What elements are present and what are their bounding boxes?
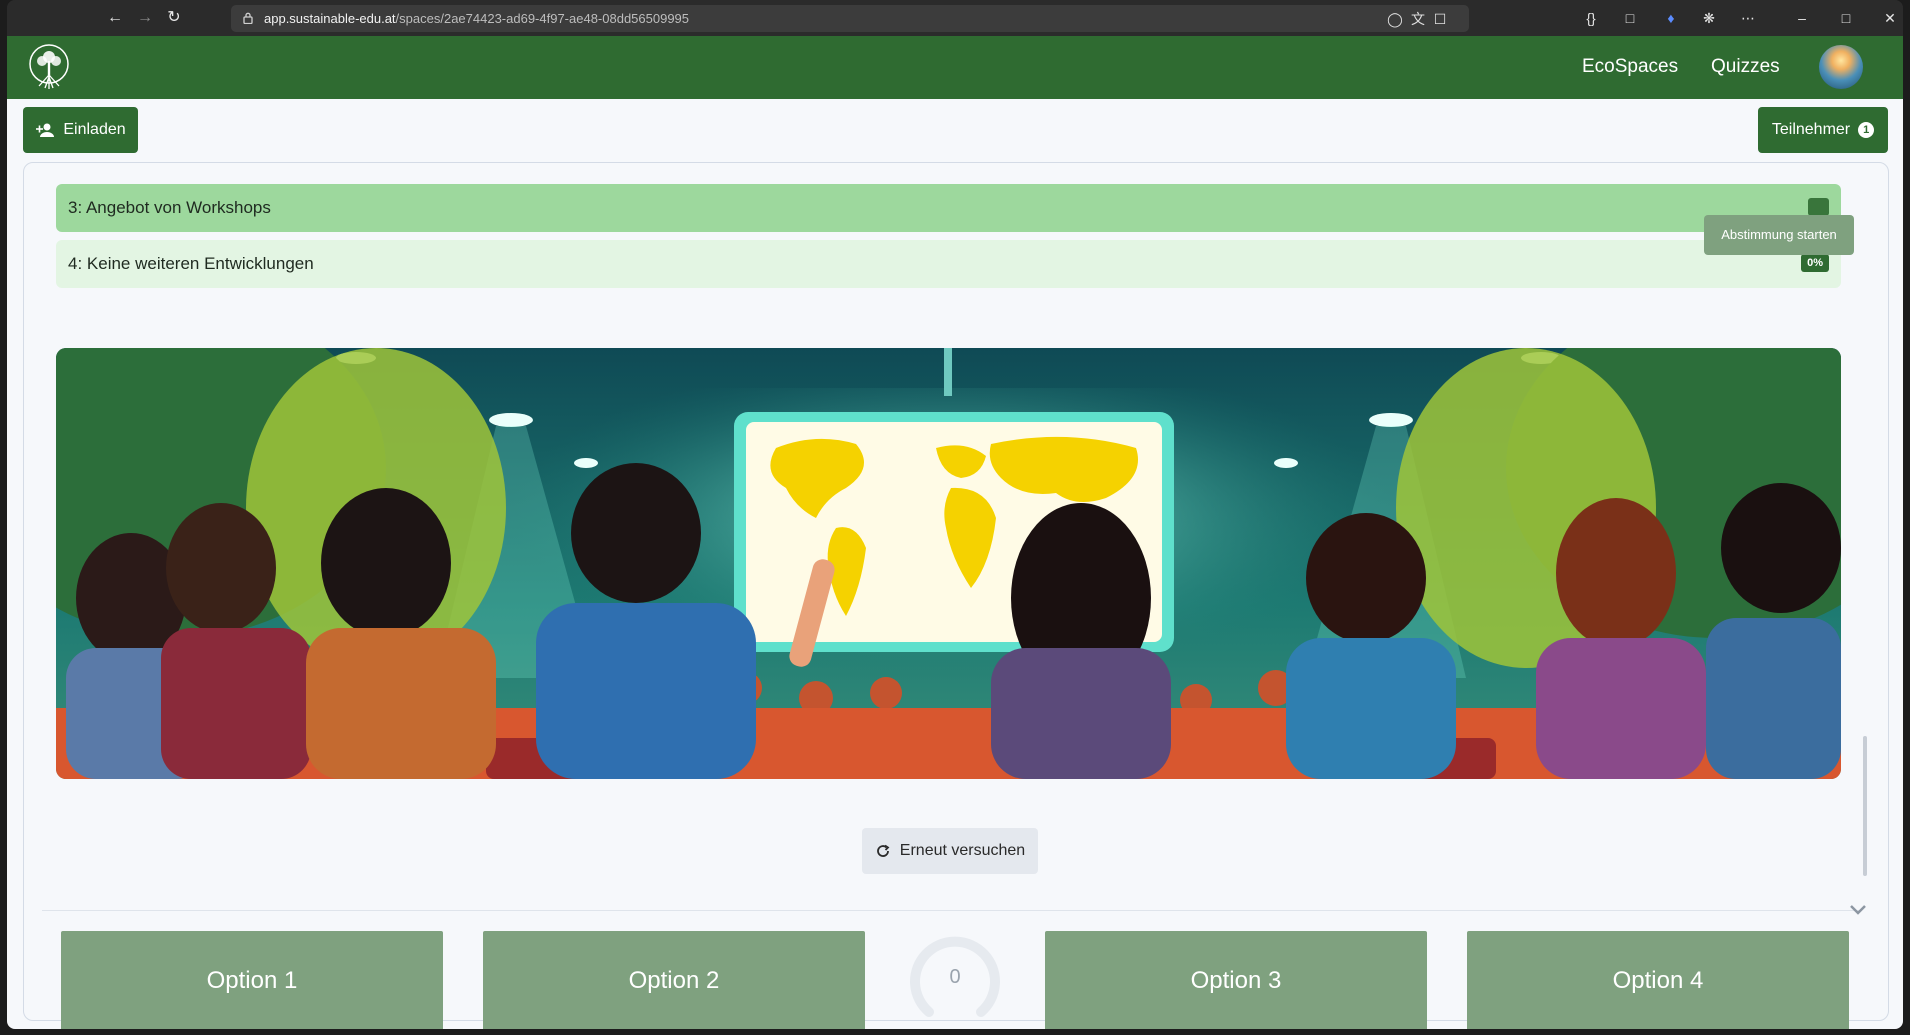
translate-icon[interactable]: 文 [1409,10,1427,28]
chevron-down-icon[interactable] [1847,898,1869,920]
vote-count-value: 0 [949,966,961,988]
lock-icon [243,12,253,24]
address-bar[interactable]: app.sustainable-edu.at/spaces/2ae74423-a… [231,5,1469,32]
top-navigation: EcoSpaces Quizzes [7,36,1903,99]
percentage-badge: 0% [1801,254,1829,272]
vote-count-gauge: 0 [907,932,1003,1028]
refresh-icon [876,844,890,857]
panel-scrollbar[interactable] [1863,736,1867,876]
extension-shield-icon[interactable]: ♦ [1661,8,1681,28]
forward-arrow-icon[interactable]: → [135,8,155,28]
maximize-icon[interactable]: □ [1836,8,1856,28]
user-avatar[interactable] [1819,45,1863,89]
answer-label: 3: Angebot von Workshops [68,198,271,217]
browser-window: ← → ↻ app.sustainable-edu.at/spaces/2ae7… [7,0,1903,1029]
classroom-world-map-illustration [56,348,1841,779]
reload-icon[interactable]: ↻ [164,8,184,28]
close-window-icon[interactable]: ✕ [1880,8,1900,28]
url-text: app.sustainable-edu.at/spaces/2ae74423-a… [264,11,690,26]
percentage-badge [1807,198,1829,216]
participants-button[interactable]: Teilnehmer 1 [1758,107,1888,153]
add-user-icon [36,123,55,137]
answer-row-4: 4: Keine weiteren Entwicklungen 0% [56,240,1841,288]
app-viewport: EcoSpaces Quizzes Einladen Teilnehmer 1 … [7,36,1903,1029]
devtools-braces-icon[interactable]: {} [1581,8,1601,28]
vote-option-1-button[interactable]: Option 1 [61,931,443,1029]
invite-button[interactable]: Einladen [23,107,138,153]
tree-logo-icon[interactable] [25,42,73,92]
bookmark-icon[interactable]: ☐ [1431,10,1449,28]
participants-count-badge: 1 [1858,122,1875,138]
retry-label: Erneut versuchen [899,842,1026,859]
invite-label: Einladen [63,121,126,138]
retry-button[interactable]: Erneut versuchen [862,828,1038,874]
vote-option-4-button[interactable]: Option 4 [1467,931,1849,1029]
back-arrow-icon[interactable]: ← [105,8,125,28]
start-voting-tooltip[interactable]: Abstimmung starten [1704,215,1854,255]
answer-label: 4: Keine weiteren Entwicklungen [68,254,314,273]
more-menu-icon[interactable]: ⋯ [1738,8,1758,28]
section-divider [42,910,1862,911]
nav-link-ecospaces[interactable]: EcoSpaces [1582,56,1678,78]
minimize-icon[interactable]: – [1792,8,1812,28]
vote-option-3-button[interactable]: Option 3 [1045,931,1427,1029]
vote-option-2-button[interactable]: Option 2 [483,931,865,1029]
browser-toolbar: ← → ↻ app.sustainable-edu.at/spaces/2ae7… [7,0,1903,36]
document-icon[interactable]: □ [1620,8,1640,28]
participants-label: Teilnehmer [1771,121,1851,138]
nav-link-quizzes[interactable]: Quizzes [1711,56,1780,78]
extensions-puzzle-icon[interactable]: ❋ [1699,8,1719,28]
shield-icon[interactable]: ◯ [1386,10,1404,28]
answer-row-3: 3: Angebot von Workshops [56,184,1841,232]
